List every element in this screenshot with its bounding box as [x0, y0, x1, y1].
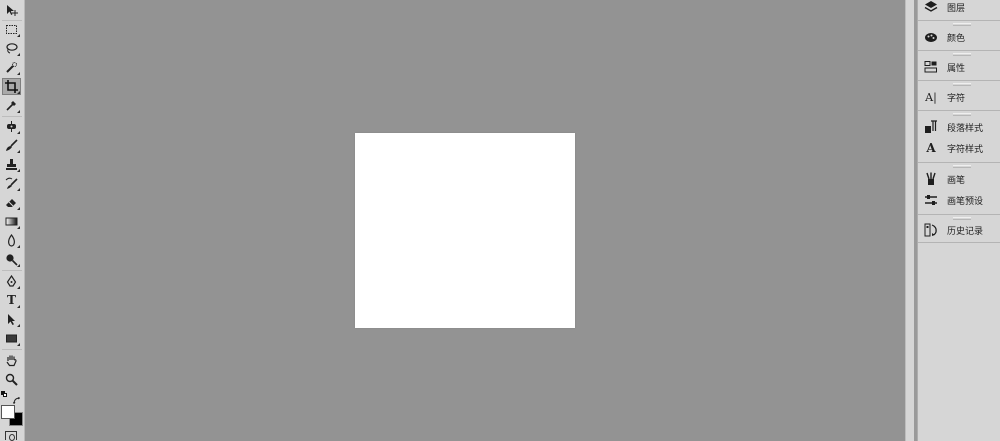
panel-group-brush: 画笔 画笔预设	[918, 163, 1000, 215]
panel-group-properties: 属性	[918, 51, 1000, 81]
tools-panel: T	[0, 0, 25, 441]
lasso-tool[interactable]	[2, 40, 21, 57]
move-tool[interactable]	[2, 2, 21, 19]
properties-icon	[923, 59, 939, 75]
panel-dock: 图层 颜色 属性 A| 字符 段落样式 A 字符样式 画笔 画笔预设 历史记录	[917, 0, 1000, 441]
quick-selection-tool[interactable]	[2, 59, 21, 76]
eyedropper-tool[interactable]	[2, 97, 21, 114]
path-selection-tool[interactable]	[2, 311, 21, 328]
hand-tool[interactable]	[2, 352, 21, 369]
paragraph-styles-icon	[923, 119, 939, 135]
rectangle-tool[interactable]	[2, 330, 21, 347]
panel-item-brush-presets[interactable]: 画笔预设	[923, 191, 999, 209]
panel-group-layers: 图层	[918, 0, 1000, 21]
history-icon	[923, 222, 939, 238]
brush-tool[interactable]	[2, 137, 21, 154]
panel-item-properties[interactable]: 属性	[923, 58, 999, 76]
default-colors-icon[interactable]	[1, 391, 8, 398]
blur-tool[interactable]	[2, 232, 21, 249]
document-canvas[interactable]	[355, 133, 575, 328]
layers-icon	[923, 0, 939, 15]
panel-item-history[interactable]: 历史记录	[923, 221, 999, 239]
panel-item-brush[interactable]: 画笔	[923, 170, 999, 188]
history-brush-tool[interactable]	[2, 175, 21, 192]
panel-group-color: 颜色	[918, 21, 1000, 51]
color-palette-icon	[923, 29, 939, 45]
quick-mask-icon[interactable]	[5, 431, 17, 441]
panel-group-history: 历史记录	[918, 215, 1000, 243]
gradient-tool[interactable]	[2, 213, 21, 230]
hand-icon	[5, 354, 18, 367]
crop-tool[interactable]	[2, 78, 21, 95]
swap-colors-icon[interactable]	[13, 390, 21, 405]
clone-stamp-tool[interactable]	[2, 156, 21, 173]
type-tool[interactable]: T	[2, 292, 21, 309]
pen-tool[interactable]	[2, 273, 21, 290]
panel-group-styles: 段落样式 A 字符样式	[918, 111, 1000, 163]
foreground-color-swatch[interactable]	[1, 405, 15, 419]
zoom-icon	[5, 373, 18, 386]
spot-healing-tool[interactable]	[2, 118, 21, 135]
panel-item-paragraph-styles[interactable]: 段落样式	[923, 118, 999, 136]
zoom-tool[interactable]	[2, 371, 21, 388]
character-styles-icon: A	[926, 141, 936, 155]
dodge-tool[interactable]	[2, 251, 21, 268]
panel-item-character[interactable]: A| 字符	[923, 88, 999, 106]
character-icon: A|	[925, 90, 937, 104]
panel-group-character: A| 字符	[918, 81, 1000, 111]
canvas-area[interactable]	[25, 0, 905, 441]
move-icon	[5, 4, 18, 17]
brush-presets-icon	[923, 192, 939, 208]
marquee-tool[interactable]	[2, 21, 21, 38]
panel-item-layers[interactable]: 图层	[923, 0, 999, 16]
type-icon: T	[7, 293, 16, 307]
eraser-tool[interactable]	[2, 194, 21, 211]
panel-item-color[interactable]: 颜色	[923, 28, 999, 46]
brush-panel-icon	[923, 171, 939, 187]
panel-item-character-styles[interactable]: A 字符样式	[923, 139, 999, 157]
